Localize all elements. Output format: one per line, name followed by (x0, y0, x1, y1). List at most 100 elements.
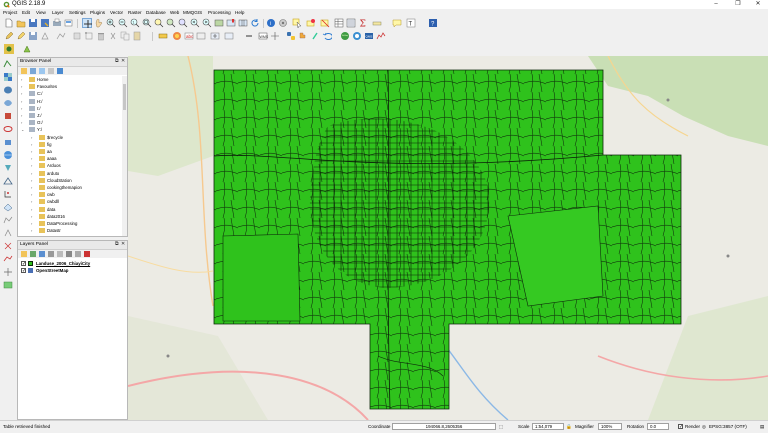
layer-visibility-checkbox[interactable]: ✓ (21, 261, 26, 267)
browser-item[interactable]: › CloudStation (28, 177, 128, 184)
filter-legend-icon[interactable] (48, 251, 54, 257)
refresh-browser-icon[interactable] (30, 68, 36, 74)
manage-visibility-icon[interactable] (39, 251, 45, 257)
plugin-manager-icon[interactable] (298, 31, 308, 41)
expand-arrow-icon[interactable]: › (31, 206, 32, 213)
zoom-native-icon[interactable] (178, 18, 188, 28)
expand-arrow-icon[interactable]: › (31, 155, 32, 162)
map-canvas[interactable] (128, 56, 768, 420)
openlayers-icon[interactable] (352, 31, 362, 41)
menu-database[interactable]: Database (146, 10, 166, 16)
layer-labeling-icon[interactable] (172, 31, 182, 41)
zoom-to-layer-icon[interactable] (166, 18, 176, 28)
expand-arrow-icon[interactable]: › (31, 162, 32, 169)
node-tool-icon[interactable] (84, 31, 94, 41)
add-raster-icon[interactable] (3, 72, 13, 82)
open-field-calculator-icon[interactable] (346, 18, 356, 28)
show-bookmarks-icon[interactable] (238, 18, 248, 28)
highlight-labels-icon[interactable] (196, 31, 206, 41)
layer-visibility-checkbox[interactable]: ✓ (21, 268, 26, 274)
browser-item[interactable]: › C:/ (18, 90, 118, 97)
pan-map-icon[interactable] (82, 18, 92, 28)
browser-item[interactable]: › cwb (28, 191, 128, 198)
add-oracle-georaster-icon[interactable] (3, 280, 13, 290)
expand-arrow-icon[interactable]: › (31, 227, 32, 234)
expand-arrow-icon[interactable]: › (31, 177, 32, 184)
browser-item[interactable]: › aa (28, 148, 128, 155)
collapse-all-layers-icon[interactable] (75, 251, 81, 257)
add-virtual-layer-icon[interactable] (3, 202, 13, 212)
layer-item-osm[interactable]: ✓ OpenStreetMap (21, 267, 121, 274)
lock-scale-icon[interactable]: 🔒 (566, 423, 572, 430)
browser-item[interactable]: › cookingthemapion (28, 184, 128, 191)
browser-item[interactable]: › O:/ (18, 119, 118, 126)
magnifier-field[interactable]: 100% (598, 423, 622, 430)
filter-browser-icon[interactable] (39, 68, 45, 74)
add-mssql-icon[interactable] (3, 111, 13, 121)
layer-item-landuse[interactable]: ✓ Landuse_2006_ChiayiCity (21, 260, 121, 267)
help-contents-icon[interactable]: ? (428, 18, 438, 28)
add-vector-icon[interactable] (3, 59, 13, 69)
expand-arrow-icon[interactable]: › (31, 141, 32, 148)
browser-item[interactable]: › DataProcessing (28, 220, 128, 227)
map-tips-icon[interactable] (392, 18, 402, 28)
close-panel-icon[interactable]: ✕ (121, 242, 125, 248)
browser-item[interactable]: › Favourites (18, 83, 118, 90)
browser-item[interactable]: › I:/ (18, 105, 118, 112)
filter-expression-icon[interactable] (57, 251, 63, 257)
new-temp-layer-icon[interactable] (3, 254, 13, 264)
browser-item[interactable]: › fig (28, 141, 128, 148)
browser-item[interactable]: › $recycle (28, 134, 128, 141)
crs-status-text[interactable]: EPSG:3857 (OTF) (709, 423, 747, 430)
add-selected-icon[interactable] (21, 68, 27, 74)
expand-all-icon[interactable] (66, 251, 72, 257)
measure-line-icon[interactable] (372, 18, 382, 28)
select-features-icon[interactable] (292, 18, 302, 28)
expand-arrow-icon[interactable]: › (21, 83, 22, 90)
minimize-button[interactable]: – (706, 0, 726, 9)
map-swipe-icon[interactable]: QMS (364, 31, 374, 41)
browser-item[interactable]: › J:/ (18, 112, 118, 119)
expand-arrow-icon[interactable]: › (21, 98, 22, 105)
expand-arrow-icon[interactable]: › (31, 220, 32, 227)
quick-map-services-icon[interactable] (310, 31, 320, 41)
select-by-value-icon[interactable] (306, 18, 316, 28)
run-feature-action-icon[interactable] (278, 18, 288, 28)
add-feature-icon[interactable] (56, 31, 66, 41)
change-label-icon[interactable] (244, 31, 254, 41)
new-project-icon[interactable] (4, 18, 14, 28)
pan-to-selection-icon[interactable] (94, 18, 104, 28)
add-spatialite-icon[interactable] (3, 98, 13, 108)
crs-status-icon[interactable]: ◎ (702, 423, 706, 430)
expand-arrow-icon[interactable]: › (21, 119, 22, 126)
open-attribute-table-icon[interactable] (334, 18, 344, 28)
zoom-out-icon[interactable] (118, 18, 128, 28)
add-wms-icon[interactable] (3, 150, 13, 160)
move-feature-icon[interactable] (72, 31, 82, 41)
manage-layers-icon[interactable] (4, 44, 14, 54)
cut-features-icon[interactable] (108, 31, 118, 41)
browser-item[interactable]: › Arduos (28, 162, 128, 169)
browser-item[interactable]: ⌄ Y:/ (18, 126, 118, 133)
add-wfs-layer-icon[interactable] (270, 31, 280, 41)
save-as-icon[interactable] (40, 18, 50, 28)
identify-features-icon[interactable]: i (266, 18, 276, 28)
save-project-icon[interactable] (28, 18, 38, 28)
zoom-next-icon[interactable] (202, 18, 212, 28)
menu-processing[interactable]: Processing (208, 10, 231, 16)
menu-raster[interactable]: Raster (128, 10, 142, 16)
menu-project[interactable]: Project (3, 10, 17, 16)
expand-arrow-icon[interactable]: › (21, 105, 22, 112)
browser-item[interactable]: › Home (18, 76, 118, 83)
add-vector-layer-icon[interactable] (22, 44, 32, 54)
menu-settings[interactable]: Settings (69, 10, 86, 16)
browser-item[interactable]: › aaaa (28, 155, 128, 162)
save-edits-icon[interactable] (28, 31, 38, 41)
zoom-full-icon[interactable] (142, 18, 152, 28)
add-delimited-text-icon[interactable] (3, 189, 13, 199)
current-edits-icon[interactable] (4, 31, 14, 41)
menu-plugins[interactable]: Plugins (90, 10, 105, 16)
browser-item[interactable]: › H:/ (18, 98, 118, 105)
expand-arrow-icon[interactable]: › (31, 184, 32, 191)
paste-features-icon[interactable] (132, 31, 142, 41)
